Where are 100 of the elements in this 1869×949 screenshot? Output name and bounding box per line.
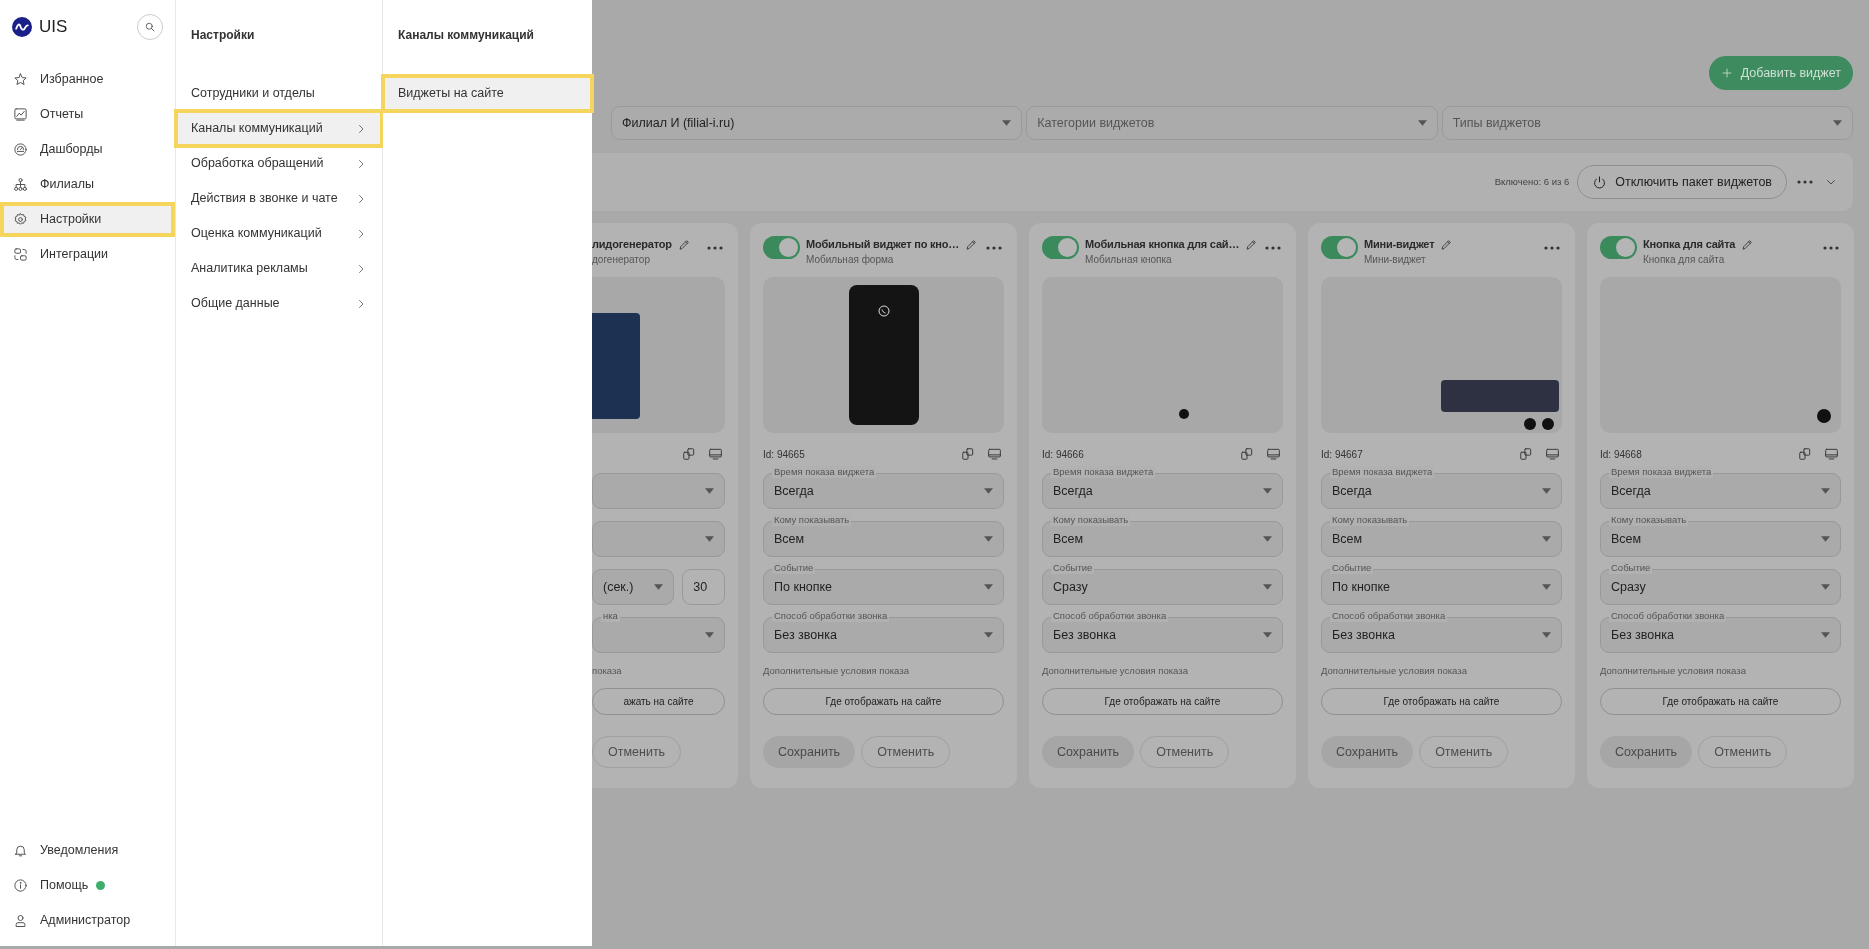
widget-type: Мобильная форма: [806, 253, 895, 266]
widget-id: Id: 94666: [1042, 447, 1084, 462]
filter-select[interactable]: Филиал И (filial-i.ru): [611, 106, 1023, 140]
select-field[interactable]: [592, 521, 725, 557]
monitor-icon: [1545, 447, 1560, 461]
select-field[interactable]: (сек.): [592, 569, 675, 605]
nav-item[interactable]: Настройки: [0, 202, 175, 237]
more-button[interactable]: [1263, 244, 1283, 252]
widget-title: лидогенератор: [592, 237, 672, 252]
caret-down-icon: [1542, 488, 1551, 494]
field-label: Время показа виджета: [1330, 466, 1435, 478]
caret-down-icon: [654, 584, 664, 590]
round-button-icon: [1524, 418, 1536, 430]
enabled-count: Включено: 6 из 6: [1494, 174, 1570, 189]
menu-title: Каналы коммуникаций: [397, 27, 535, 44]
select-field[interactable]: [592, 617, 725, 653]
pencil-icon: [965, 238, 979, 251]
widget-id: Id: 94668: [1600, 447, 1642, 462]
more-button[interactable]: [1542, 244, 1562, 252]
field-label: Событие: [772, 562, 816, 574]
caret-down-icon: [984, 632, 993, 638]
save-button[interactable]: Сохранить: [763, 736, 856, 769]
caret-down-icon: [1542, 536, 1551, 542]
nav-item[interactable]: Администратор: [0, 903, 143, 938]
where-to-show-button[interactable]: Где отображать на сайте: [763, 688, 1004, 716]
caret-down-icon: [984, 488, 993, 494]
caret-down-icon: [705, 536, 714, 542]
conditions-label: Дополнительные условия показа: [1042, 664, 1189, 678]
star-icon: [13, 72, 28, 87]
cancel-button[interactable]: Отменить: [1698, 736, 1788, 769]
more-icon: [707, 246, 723, 250]
widget-title: Кнопка для сайта: [1643, 237, 1736, 252]
widget-type: Кнопка для сайта: [1643, 253, 1726, 266]
where-to-show-button[interactable]: ажать на сайте: [592, 688, 725, 716]
menu-item[interactable]: Аналитика рекламы: [176, 251, 382, 286]
nav-item[interactable]: Дашборды: [0, 132, 175, 167]
monitor-icon: [1266, 447, 1281, 461]
input-field[interactable]: 30: [682, 569, 725, 605]
nav-item[interactable]: Уведомления: [0, 833, 131, 868]
toggle-switch[interactable]: [1600, 236, 1637, 259]
dot-icon: [1179, 409, 1190, 419]
copy-icon: [1798, 447, 1812, 461]
menu-item[interactable]: Общие данные: [176, 286, 382, 321]
caret-down-icon: [1263, 488, 1272, 494]
integration-icon: [13, 247, 28, 262]
menu-item[interactable]: Виджеты на сайте: [383, 76, 592, 111]
nav-item[interactable]: Интеграции: [0, 237, 175, 272]
field-label: Событие: [1330, 562, 1374, 574]
round-button-icon: [1817, 409, 1831, 423]
caret-down-icon: [705, 632, 714, 638]
where-to-show-button[interactable]: Где отображать на сайте: [1600, 688, 1841, 716]
widget-title: Мобильный виджет по кно…: [806, 237, 960, 252]
caret-down-icon: [1417, 120, 1427, 126]
caret-down-icon: [1821, 584, 1830, 590]
menu-item[interactable]: Действия в звонке и чате: [176, 181, 382, 216]
caret-down-icon: [1821, 488, 1830, 494]
more-button[interactable]: [984, 244, 1004, 252]
pencil-icon: [1741, 238, 1755, 251]
search-button[interactable]: [137, 14, 163, 40]
more-icon: [986, 246, 1002, 250]
cancel-button[interactable]: Отменить: [592, 736, 682, 769]
monitor-icon: [1824, 447, 1839, 461]
plus-icon: [1720, 67, 1733, 79]
disable-package-button[interactable]: Отключить пакет виджетов: [1577, 165, 1787, 199]
field-label: Время показа виджета: [772, 466, 877, 478]
monitor-icon: [708, 447, 723, 461]
caret-down-icon: [1821, 632, 1830, 638]
nav-item[interactable]: Помощь: [0, 868, 101, 903]
save-button[interactable]: Сохранить: [1321, 736, 1414, 769]
cancel-button[interactable]: Отменить: [861, 736, 951, 769]
cancel-button[interactable]: Отменить: [1140, 736, 1230, 769]
field-label: Событие: [1051, 562, 1095, 574]
dashboard-icon: [13, 142, 28, 157]
menu-item[interactable]: Сотрудники и отделы: [176, 76, 382, 111]
nav-item[interactable]: Избранное: [0, 62, 175, 97]
menu-item[interactable]: Обработка обращений: [176, 146, 382, 181]
nav-item[interactable]: Филиалы: [0, 167, 175, 202]
select-field[interactable]: [592, 473, 725, 509]
nav-item[interactable]: Отчеты: [0, 97, 175, 132]
cancel-button[interactable]: Отменить: [1419, 736, 1509, 769]
caret-down-icon: [1263, 632, 1272, 638]
toggle-switch[interactable]: [1042, 236, 1079, 259]
copy-icon: [1240, 447, 1254, 461]
more-button[interactable]: [705, 244, 725, 252]
save-button[interactable]: Сохранить: [1042, 736, 1135, 769]
where-to-show-button[interactable]: Где отображать на сайте: [1321, 688, 1562, 716]
toggle-switch[interactable]: [763, 236, 800, 259]
field-label: Кому показывать: [1609, 514, 1689, 526]
where-to-show-button[interactable]: Где отображать на сайте: [1042, 688, 1283, 716]
save-button[interactable]: Сохранить: [1600, 736, 1693, 769]
more-button[interactable]: [1795, 178, 1815, 186]
widget-id: Id: 94665: [763, 447, 805, 462]
more-button[interactable]: [1821, 244, 1841, 252]
toggle-switch[interactable]: [1321, 236, 1358, 259]
round-button-icon: [1542, 418, 1554, 430]
caret-down-icon: [1542, 632, 1551, 638]
field-label: Событие: [1609, 562, 1653, 574]
menu-item[interactable]: Каналы коммуникаций: [176, 111, 382, 146]
menu-item[interactable]: Оценка коммуникаций: [176, 216, 382, 251]
conditions-label: Дополнительные условия показа: [1321, 664, 1468, 678]
